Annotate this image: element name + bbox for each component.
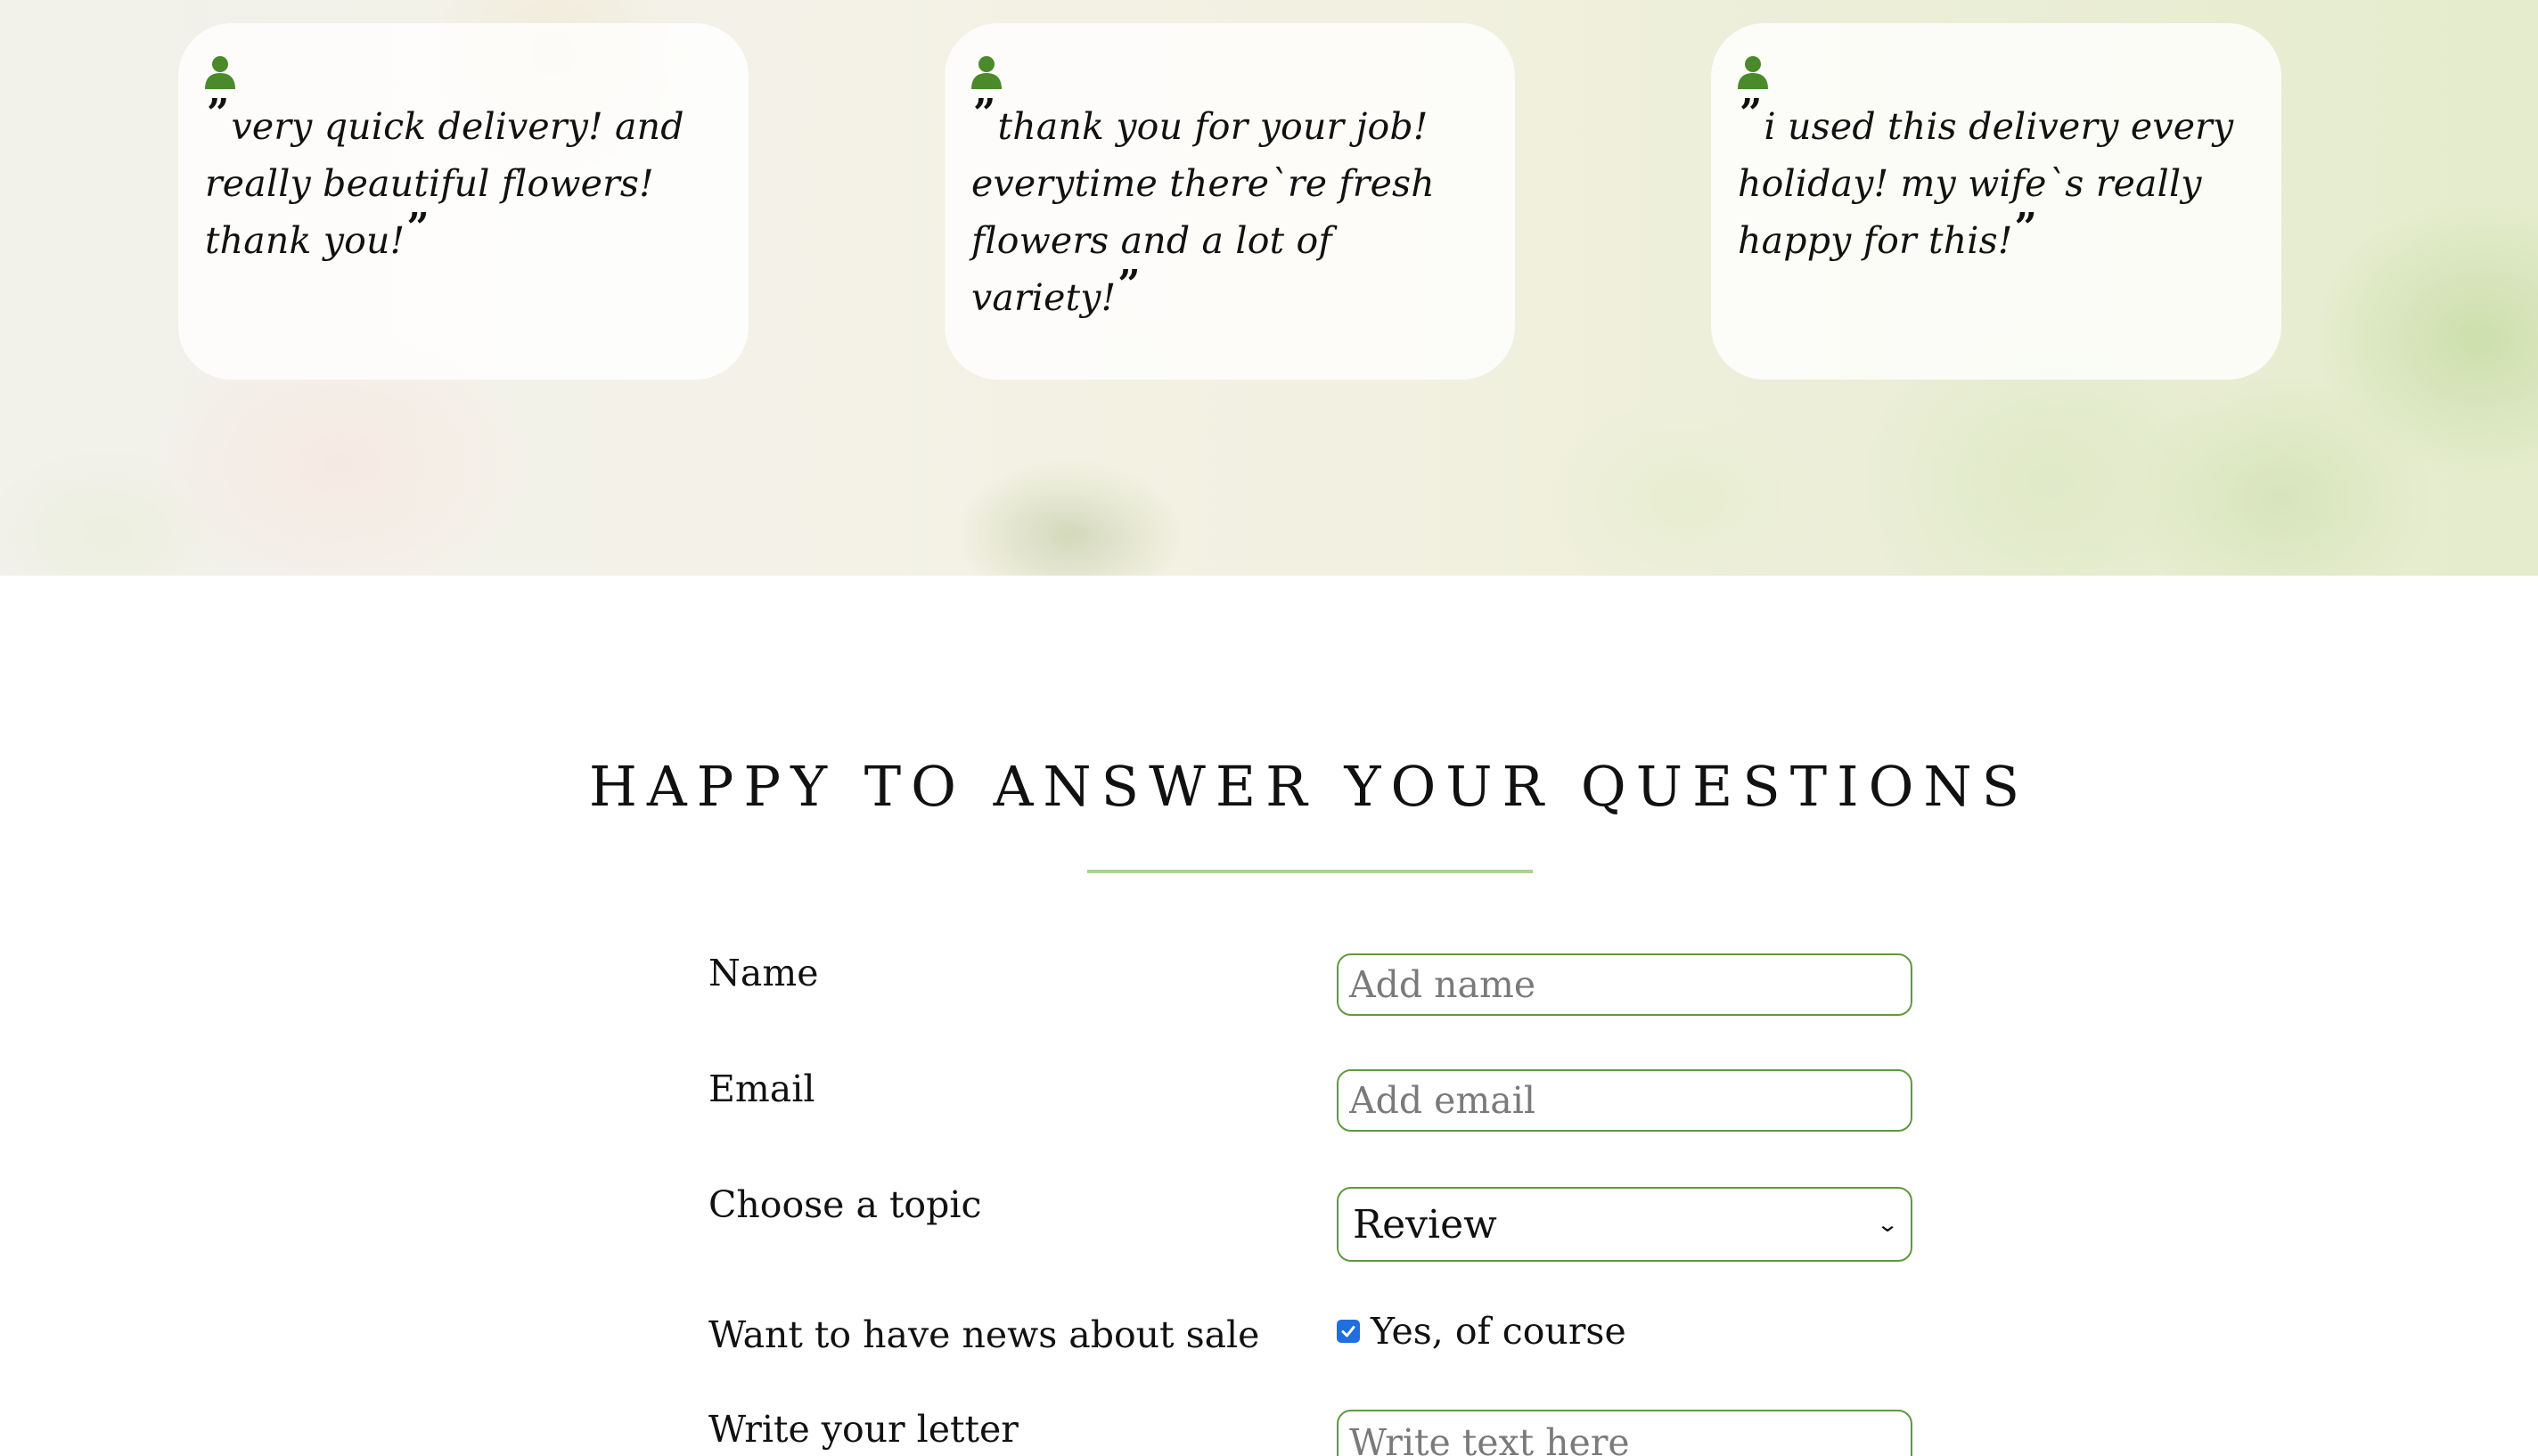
email-label: Email <box>708 1067 815 1110</box>
topic-selected-value: Review <box>1353 1201 1497 1247</box>
quote-mark-close: ” <box>2014 205 2038 250</box>
user-icon <box>205 55 235 89</box>
news-checkbox-label: Yes, of course <box>1371 1310 1626 1353</box>
news-checkbox[interactable] <box>1337 1320 1360 1343</box>
user-icon <box>1738 55 1768 89</box>
quote-mark-open: ” <box>1740 91 1763 136</box>
testimonials-section: ”very quick delivery! and really beautif… <box>0 0 2538 576</box>
checkmark-icon <box>1341 1326 1355 1337</box>
user-icon <box>971 55 1002 89</box>
name-input[interactable] <box>1337 953 1912 1016</box>
topic-label: Choose a topic <box>708 1183 982 1226</box>
chevron-down-icon: ⌄ <box>1875 1212 1900 1237</box>
section-title: HAPPY TO ANSWER YOUR QUESTIONS <box>588 754 2030 819</box>
email-input[interactable] <box>1337 1069 1912 1132</box>
title-divider <box>1087 870 1533 873</box>
news-label: Want to have news about sale <box>708 1313 1260 1356</box>
testimonial-text: ”very quick delivery! and really beautif… <box>205 91 684 262</box>
quote-mark-open: ” <box>207 91 230 136</box>
quote-mark-close: ” <box>406 205 430 250</box>
testimonial-text: ”thank you for your job! everytime there… <box>971 91 1435 319</box>
testimonial-text: ”i used this delivery every holiday! my … <box>1738 91 2234 262</box>
topic-select[interactable]: Review ⌄ <box>1337 1187 1912 1262</box>
news-checkbox-group: Yes, of course <box>1337 1310 1626 1353</box>
letter-label: Write your letter <box>708 1408 1019 1451</box>
testimonial-card: ”i used this delivery every holiday! my … <box>1711 23 2281 380</box>
name-label: Name <box>708 952 819 994</box>
letter-textarea[interactable] <box>1337 1410 1912 1456</box>
testimonial-card: ”thank you for your job! everytime there… <box>945 23 1515 380</box>
testimonial-card: ”very quick delivery! and really beautif… <box>178 23 749 380</box>
quote-mark-open: ” <box>973 91 996 136</box>
quote-mark-close: ” <box>1118 262 1141 307</box>
